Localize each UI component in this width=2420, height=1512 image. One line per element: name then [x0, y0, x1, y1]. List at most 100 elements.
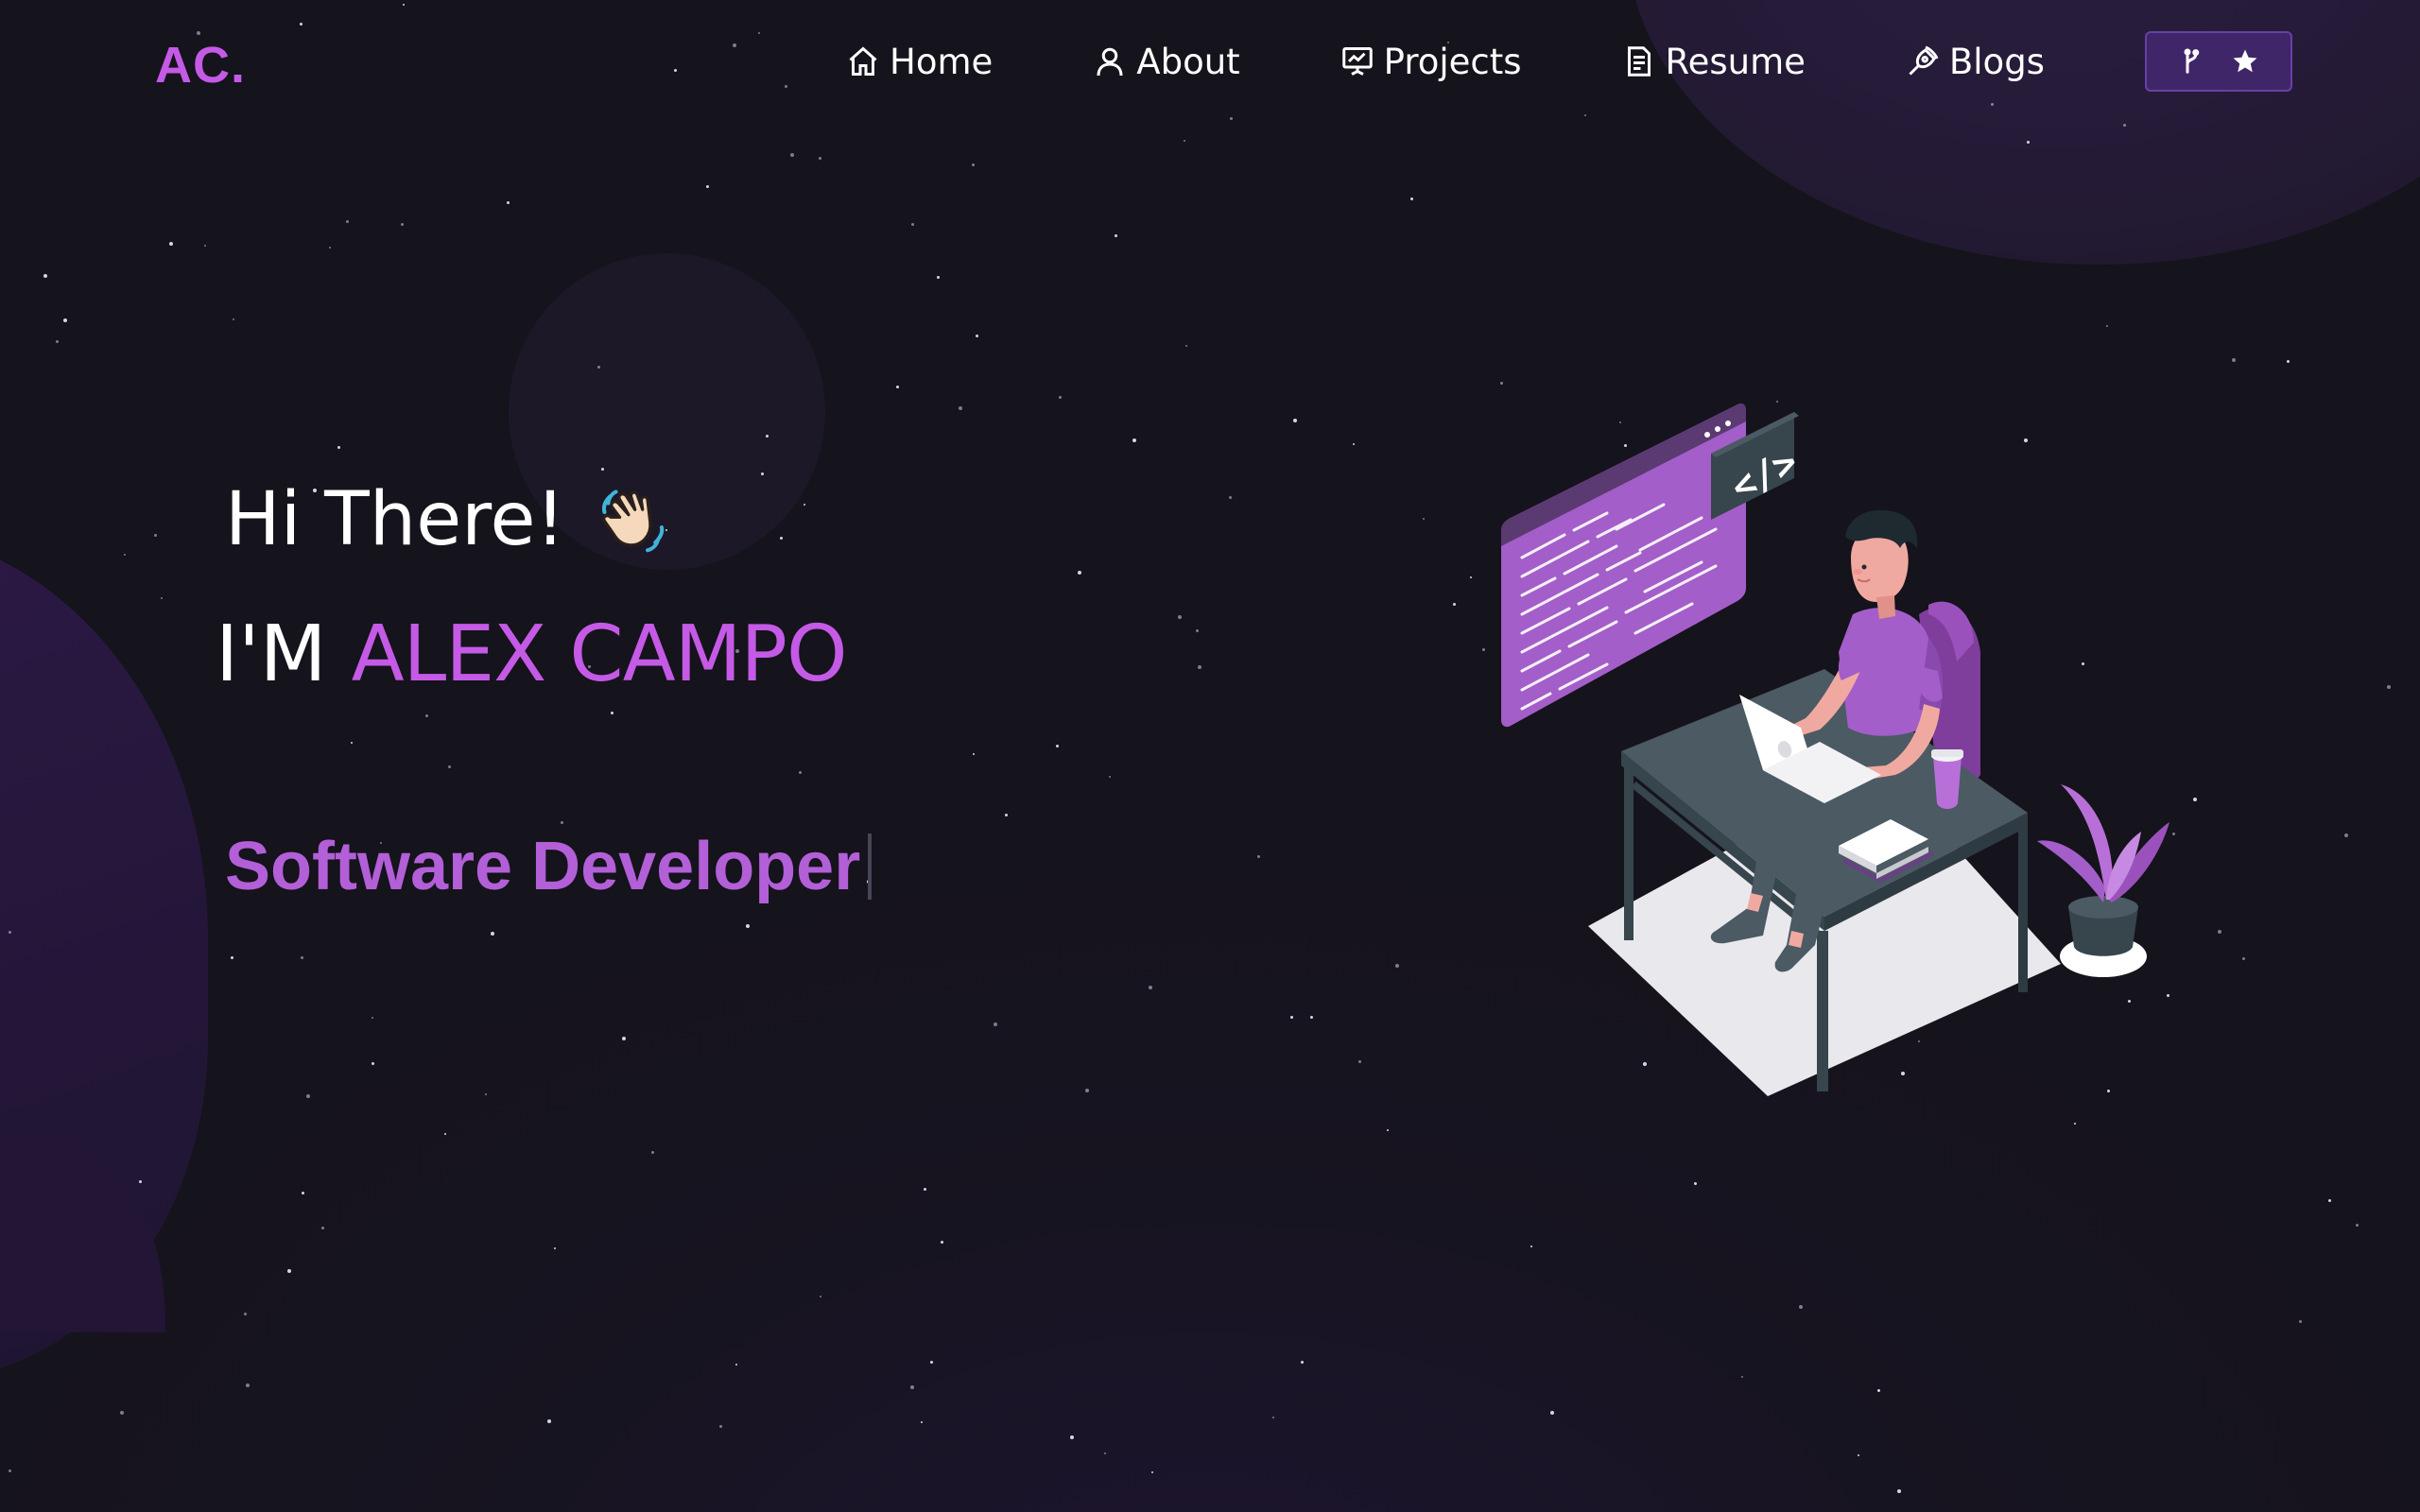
- star-dot: [246, 1383, 250, 1387]
- star-dot: [372, 1017, 373, 1019]
- star-dot: [1991, 103, 1994, 106]
- nav-item-about[interactable]: About: [1093, 41, 1240, 82]
- star-dot: [1897, 1489, 1901, 1493]
- star-dot: [306, 1094, 310, 1098]
- star-dot: [372, 1062, 374, 1065]
- star-dot: [301, 956, 303, 959]
- star-dot: [1109, 776, 1111, 778]
- star-dot: [351, 742, 353, 744]
- star-dot: [346, 220, 349, 223]
- greeting-text: Hi There!: [225, 477, 565, 562]
- star-dot: [761, 472, 764, 475]
- star-dot: [1410, 198, 1413, 200]
- star-dot: [2193, 798, 2197, 801]
- star-dot: [1530, 1246, 1532, 1247]
- nav-item-label: Blogs: [1948, 41, 2045, 82]
- star-dot: [1353, 443, 1355, 445]
- star-dot: [233, 318, 234, 320]
- star-dot: [2232, 358, 2236, 362]
- star-dot: [804, 504, 805, 506]
- star-dot: [597, 366, 600, 369]
- star-dot: [799, 771, 802, 774]
- star-dot: [1132, 438, 1136, 442]
- star-dot: [9, 1469, 11, 1472]
- star-dot: [1085, 1089, 1089, 1092]
- star-dot: [547, 1419, 551, 1423]
- star-dot: [2242, 957, 2245, 960]
- star-dot: [780, 537, 783, 540]
- star-dot: [674, 69, 677, 72]
- star-dot: [972, 163, 975, 166]
- star-dot: [485, 1093, 487, 1095]
- star-dot: [611, 712, 614, 714]
- star-dot: [1115, 234, 1117, 237]
- page: AC. Home About Projects Resume Blogs Hi …: [0, 0, 2420, 1512]
- star-dot: [937, 276, 940, 279]
- code-window-graphic: </>: [1501, 403, 1805, 728]
- star-dot: [231, 956, 233, 959]
- nav-item-label: Projects: [1383, 41, 1522, 82]
- star-dot: [1290, 1016, 1293, 1019]
- hero-name: ALEX CAMPO: [351, 610, 848, 699]
- nav-item-label: About: [1136, 41, 1240, 82]
- star-dot: [1184, 140, 1185, 142]
- star-dot: [403, 4, 405, 6]
- star-dot: [448, 765, 451, 768]
- star-dot: [1858, 1454, 1859, 1456]
- pen-nib-icon: [1909, 45, 1939, 76]
- star-dot: [2106, 325, 2108, 327]
- nav-item-home[interactable]: Home: [846, 42, 993, 82]
- nav-item-resume[interactable]: Resume: [1622, 42, 1806, 82]
- star-dot: [120, 1411, 124, 1415]
- star-dot: [287, 1269, 291, 1273]
- github-fork-star-button[interactable]: [2144, 31, 2292, 92]
- star-dot: [1070, 1435, 1074, 1439]
- star-dot: [1185, 345, 1187, 347]
- star-dot: [735, 1364, 737, 1366]
- star-dot: [204, 245, 206, 247]
- star-dot: [706, 185, 709, 188]
- star-dot: [733, 43, 736, 47]
- presentation-icon: [1341, 47, 1373, 76]
- star-dot: [746, 924, 750, 928]
- star-dot: [561, 821, 563, 824]
- star-dot: [425, 714, 428, 717]
- typing-cursor: [868, 833, 873, 900]
- navbar: Home About Projects Resume Blogs: [846, 28, 2292, 94]
- nav-item-blogs[interactable]: Blogs: [1906, 42, 2045, 82]
- star-dot: [994, 1022, 997, 1026]
- star-dot: [1293, 419, 1297, 422]
- star-dot: [302, 1192, 304, 1194]
- star-dot: [1395, 964, 1399, 968]
- star-dot: [1387, 1129, 1389, 1131]
- star-dot: [1178, 615, 1182, 619]
- star-dot: [1550, 1411, 1554, 1415]
- hero-role: Software Developer: [225, 828, 873, 905]
- star-dot: [921, 1421, 923, 1423]
- star-dot: [976, 335, 978, 337]
- hero-name-line: I'M ALEX CAMPO: [216, 610, 848, 699]
- star-dot: [1198, 665, 1201, 669]
- nav-item-projects[interactable]: Projects: [1340, 42, 1522, 82]
- star-dot: [819, 157, 821, 160]
- nav-item-label: Home: [890, 41, 994, 82]
- plant-graphic: [2037, 784, 2169, 977]
- star-dot: [758, 32, 760, 34]
- star-dot: [1196, 629, 1199, 632]
- role-text: Software Developer: [225, 829, 861, 904]
- star-dot: [1059, 396, 1062, 399]
- star-dot: [124, 554, 126, 556]
- star-dot: [2123, 124, 2126, 127]
- star-dot: [9, 931, 11, 934]
- star-dot: [1470, 576, 1472, 578]
- brand-logo[interactable]: AC.: [155, 36, 246, 94]
- home-icon: [849, 46, 877, 76]
- star-dot: [1229, 496, 1232, 499]
- star-dot: [1423, 518, 1425, 520]
- star-dot: [56, 340, 59, 343]
- developer-at-desk-illustration: </>: [1501, 403, 2169, 1096]
- star-dot: [785, 85, 787, 88]
- star-dot: [1310, 1016, 1313, 1019]
- star-dot: [1453, 603, 1456, 606]
- star-dot: [924, 1188, 926, 1191]
